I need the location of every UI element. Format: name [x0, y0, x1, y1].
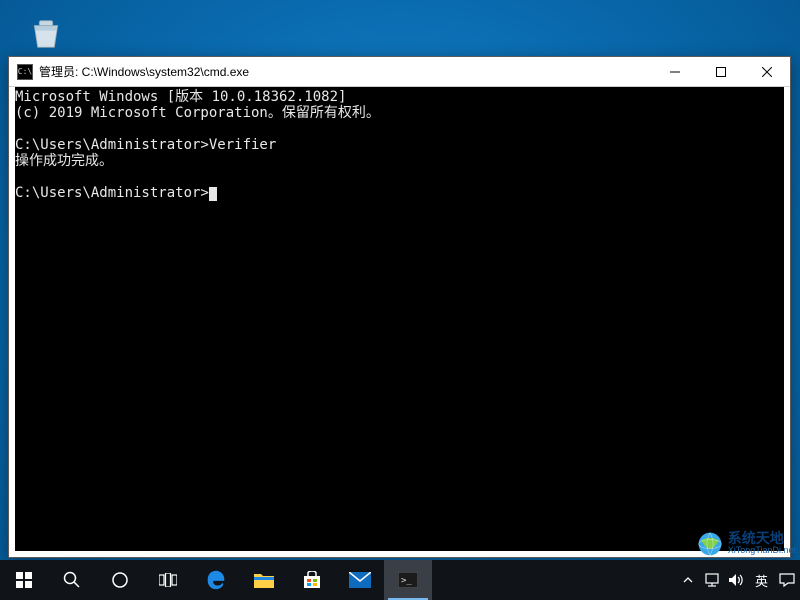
desktop: C:\ 管理员: C:\Windows\system32\cmd.exe Mic…	[0, 0, 800, 600]
edge-button[interactable]	[192, 560, 240, 600]
ime-indicator[interactable]: 英	[751, 571, 772, 590]
terminal-output[interactable]: Microsoft Windows [版本 10.0.18362.1082] (…	[9, 87, 790, 557]
terminal-line: Microsoft Windows [版本 10.0.18362.1082]	[15, 89, 346, 105]
cmd-icon: C:\	[17, 64, 33, 80]
taskbar-spacer	[432, 560, 675, 600]
recycle-bin-icon[interactable]	[22, 10, 70, 58]
file-explorer-button[interactable]	[240, 560, 288, 600]
volume-icon[interactable]	[727, 560, 745, 600]
terminal-line: C:\Users\Administrator>Verifier	[15, 137, 276, 153]
cortana-button[interactable]	[96, 560, 144, 600]
watermark-url: XiTongTianDi.net	[728, 544, 796, 556]
terminal-line: 操作成功完成。	[15, 153, 113, 169]
cmd-taskbar-button[interactable]: >_	[384, 560, 432, 600]
terminal-prompt: C:\Users\Administrator>	[15, 185, 209, 201]
cmd-window: C:\ 管理员: C:\Windows\system32\cmd.exe Mic…	[8, 56, 791, 558]
window-title: 管理员: C:\Windows\system32\cmd.exe	[39, 63, 652, 80]
search-button[interactable]	[48, 560, 96, 600]
tray-chevron-icon[interactable]	[679, 560, 697, 600]
close-button[interactable]	[744, 57, 790, 86]
task-view-button[interactable]	[144, 560, 192, 600]
action-center-icon[interactable]	[778, 560, 796, 600]
mail-button[interactable]	[336, 560, 384, 600]
terminal-line: (c) 2019 Microsoft Corporation。保留所有权利。	[15, 105, 380, 121]
network-icon[interactable]	[703, 560, 721, 600]
system-tray: 英	[675, 560, 800, 600]
globe-icon	[696, 530, 724, 558]
watermark: 系统天地 XiTongTianDi.net	[696, 530, 796, 558]
start-button[interactable]	[0, 560, 48, 600]
cursor	[209, 187, 217, 201]
taskbar: >_ 英	[0, 560, 800, 600]
titlebar[interactable]: C:\ 管理员: C:\Windows\system32\cmd.exe	[9, 57, 790, 87]
window-controls	[652, 57, 790, 86]
svg-text:>_: >_	[401, 576, 412, 586]
store-button[interactable]	[288, 560, 336, 600]
maximize-button[interactable]	[698, 57, 744, 86]
watermark-title: 系统天地	[728, 532, 796, 544]
minimize-button[interactable]	[652, 57, 698, 86]
